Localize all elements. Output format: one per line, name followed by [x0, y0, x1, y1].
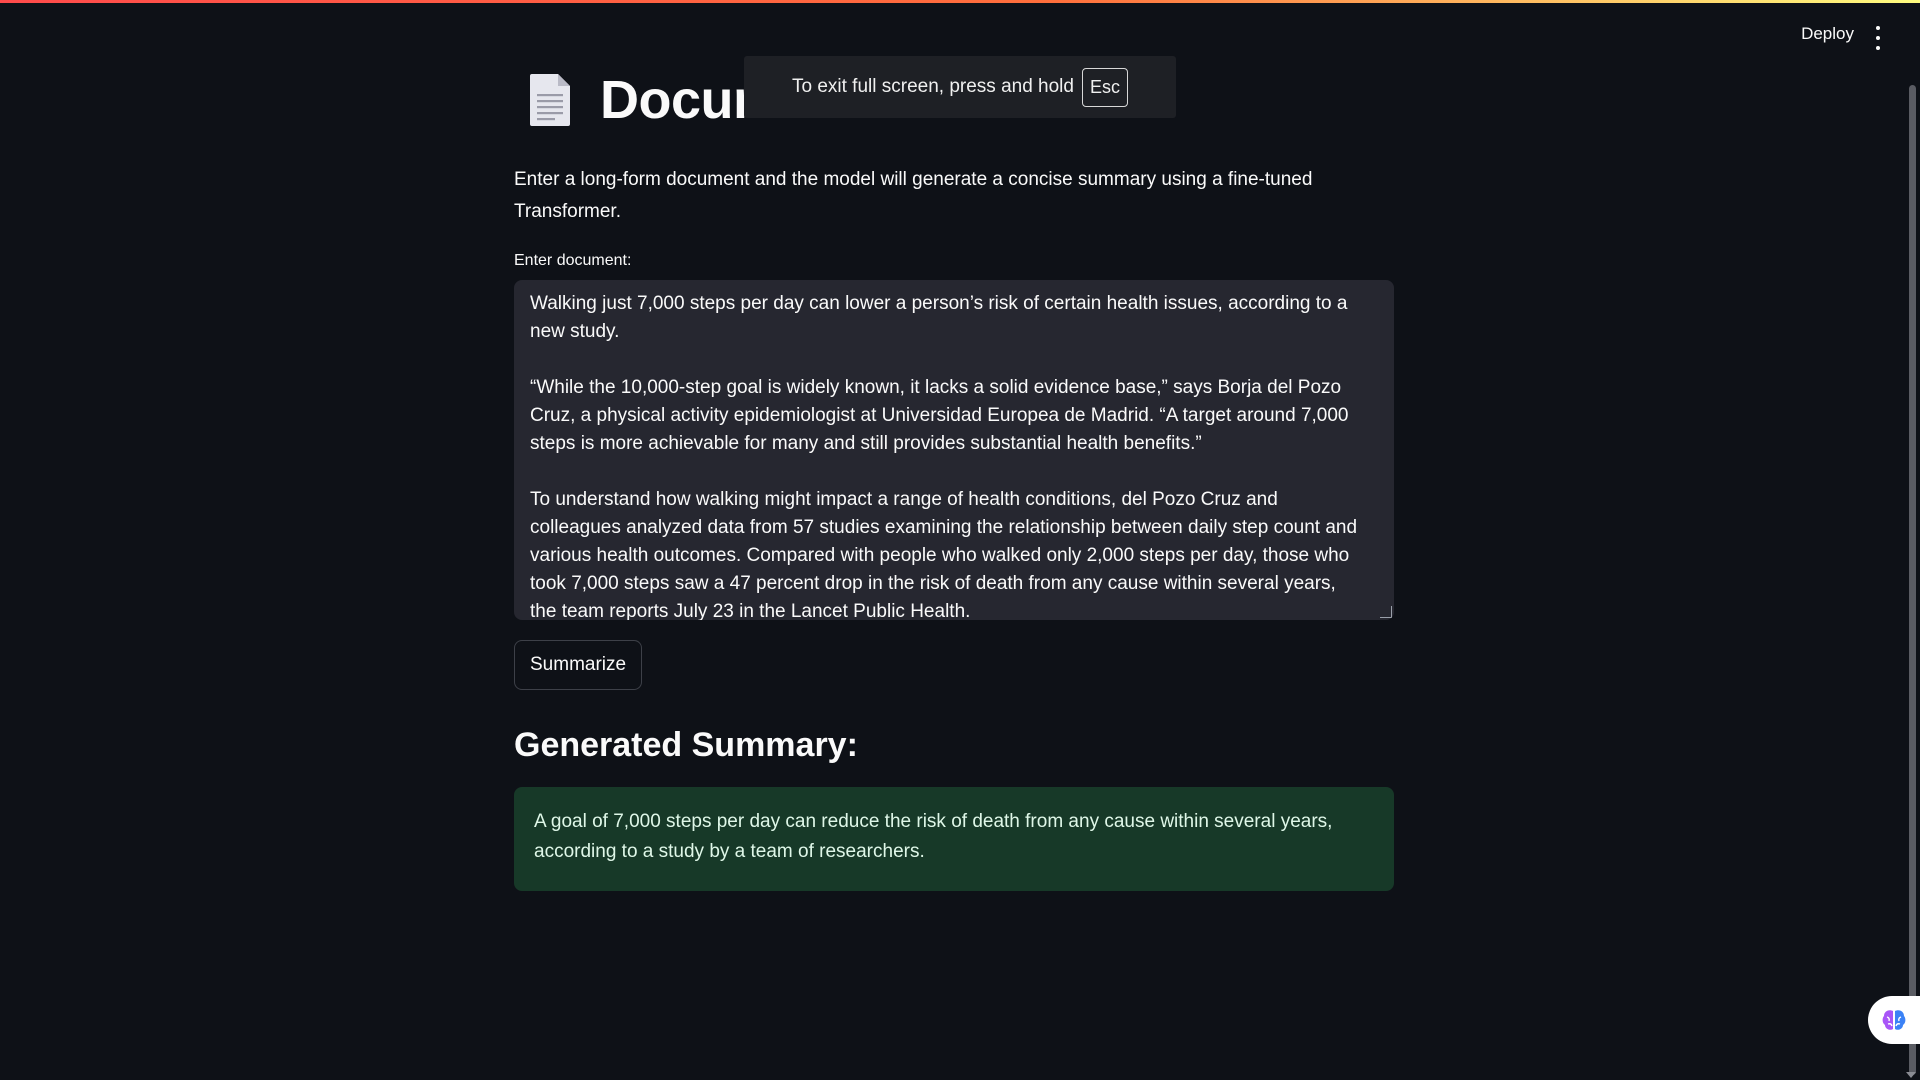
fullscreen-notice-text: To exit full screen, press and hold: [791, 76, 1074, 97]
main-content: Docum Enter a long-form document and the…: [514, 60, 1394, 891]
resize-handle-icon[interactable]: [1380, 606, 1392, 618]
document-paragraph: Walking just 7,000 steps per day can low…: [530, 293, 1348, 342]
more-vertical-icon[interactable]: [1870, 26, 1886, 50]
deploy-button[interactable]: Deploy: [1801, 24, 1854, 44]
brain-icon: [1882, 1010, 1906, 1030]
document-icon: [530, 74, 570, 126]
summary-result-box: A goal of 7,000 steps per day can reduce…: [514, 787, 1394, 891]
summary-heading: Generated Summary:: [514, 726, 858, 764]
scrollbar-thumb[interactable]: [1909, 85, 1916, 1075]
document-paragraph: “While the 10,000-step goal is widely kn…: [530, 377, 1349, 454]
fullscreen-exit-notice: To exit full screen, press and hold Esc: [744, 56, 1176, 118]
document-input-label: Enter document:: [514, 252, 632, 269]
scroll-down-arrow-icon[interactable]: [1906, 1072, 1916, 1078]
vertical-scrollbar[interactable]: [1902, 75, 1920, 1080]
document-textarea[interactable]: Walking just 7,000 steps per day can low…: [514, 280, 1394, 620]
esc-key-badge: Esc: [1081, 67, 1128, 107]
summarize-button[interactable]: Summarize: [514, 640, 643, 690]
document-paragraph: To understand how walking might impact a…: [530, 489, 1358, 620]
intro-text: Enter a long-form document and the model…: [514, 169, 1313, 222]
assistant-brain-button[interactable]: [1868, 996, 1920, 1044]
